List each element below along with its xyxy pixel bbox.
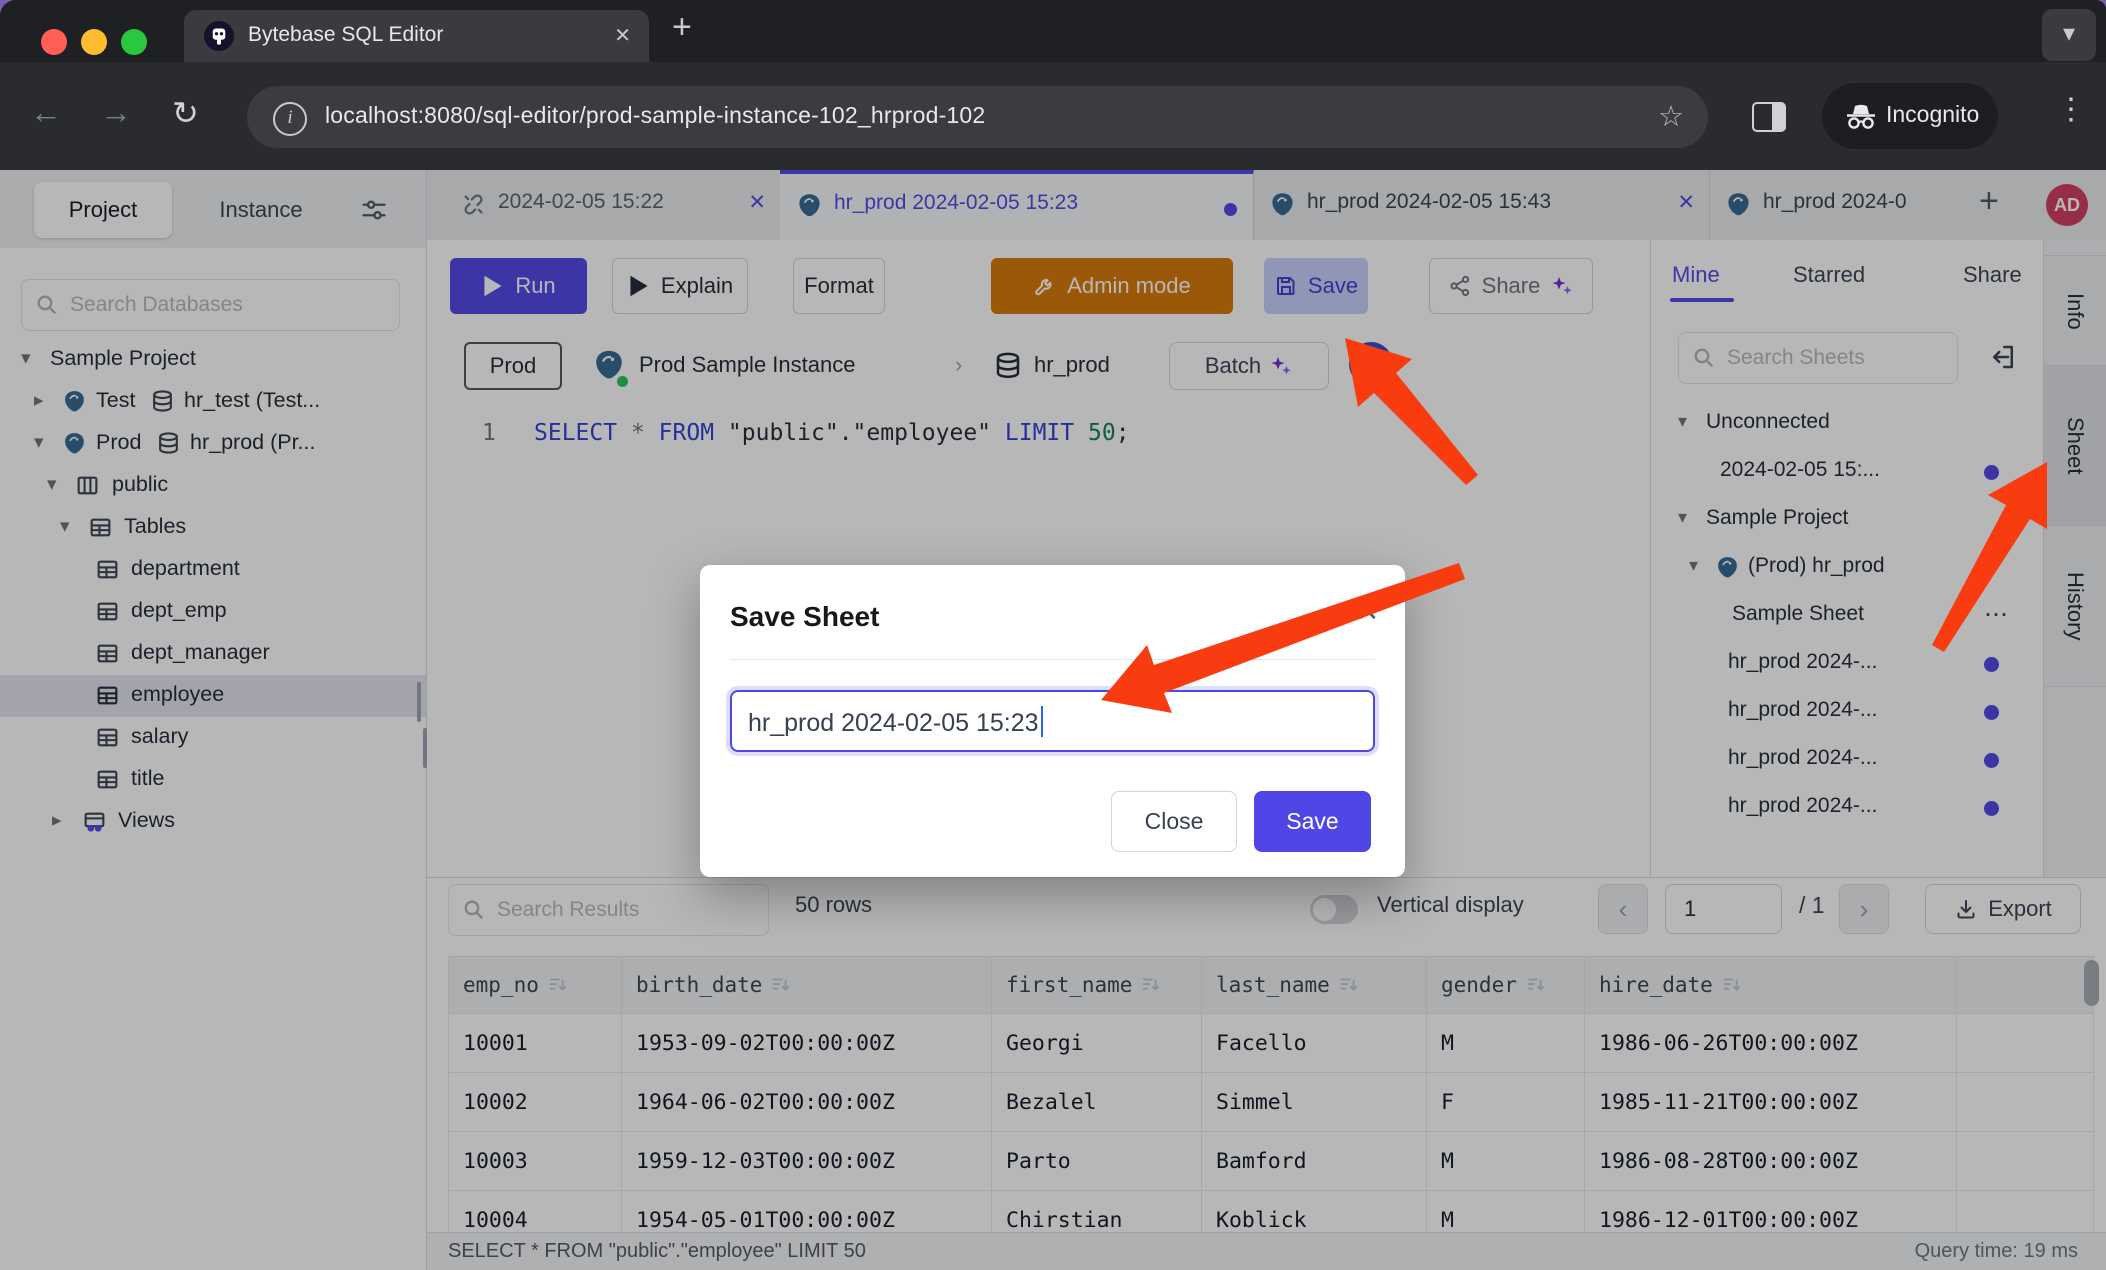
reload-button[interactable]: ↻ (172, 94, 199, 132)
bookmark-star-icon[interactable]: ☆ (1658, 99, 1684, 134)
forward-button[interactable]: → (100, 94, 132, 131)
page-content: Project Instance ▾ Sample Project ▸ Test… (0, 170, 2106, 1270)
browser-window: Bytebase SQL Editor ✕ + ▾ ← → ↻ i localh… (0, 0, 2106, 1270)
modal-divider (730, 659, 1375, 660)
modal-close-icon[interactable]: ✕ (1356, 597, 1379, 628)
browser-tab-title: Bytebase SQL Editor (248, 23, 443, 47)
incognito-icon (1844, 102, 1878, 130)
new-tab-button[interactable]: + (672, 8, 692, 47)
incognito-label: Incognito (1886, 101, 1979, 128)
modal-title: Save Sheet (730, 601, 879, 633)
browser-tab[interactable]: Bytebase SQL Editor ✕ (184, 10, 649, 62)
browser-menu-icon[interactable]: ⋮ (2056, 92, 2086, 127)
back-button[interactable]: ← (30, 94, 62, 131)
browser-tab-close-icon[interactable]: ✕ (614, 23, 631, 48)
site-info-icon[interactable]: i (273, 102, 307, 136)
browser-tab-strip: Bytebase SQL Editor ✕ + ▾ (0, 0, 2106, 62)
sheet-name-input[interactable]: hr_prod 2024-02-05 15:23 (730, 690, 1375, 752)
text-caret (1041, 706, 1044, 737)
window-close-button[interactable] (41, 29, 67, 55)
window-zoom-button[interactable] (121, 29, 147, 55)
url-text: localhost:8080/sql-editor/prod-sample-in… (325, 102, 985, 129)
window-minimize-button[interactable] (81, 29, 107, 55)
modal-close-button[interactable]: Close (1111, 791, 1237, 852)
side-panel-icon[interactable] (1752, 102, 1786, 132)
tab-overview-button[interactable]: ▾ (2042, 9, 2096, 61)
incognito-badge: Incognito (1822, 83, 1998, 149)
screenshot-stage: Bytebase SQL Editor ✕ + ▾ ← → ↻ i localh… (0, 0, 2106, 1270)
browser-navbar: ← → ↻ i localhost:8080/sql-editor/prod-s… (0, 62, 2106, 170)
bytebase-favicon-icon (204, 21, 234, 51)
modal-save-button[interactable]: Save (1254, 791, 1371, 852)
save-sheet-modal: Save Sheet ✕ hr_prod 2024-02-05 15:23 Cl… (700, 565, 1405, 877)
url-bar[interactable]: i localhost:8080/sql-editor/prod-sample-… (247, 86, 1708, 148)
